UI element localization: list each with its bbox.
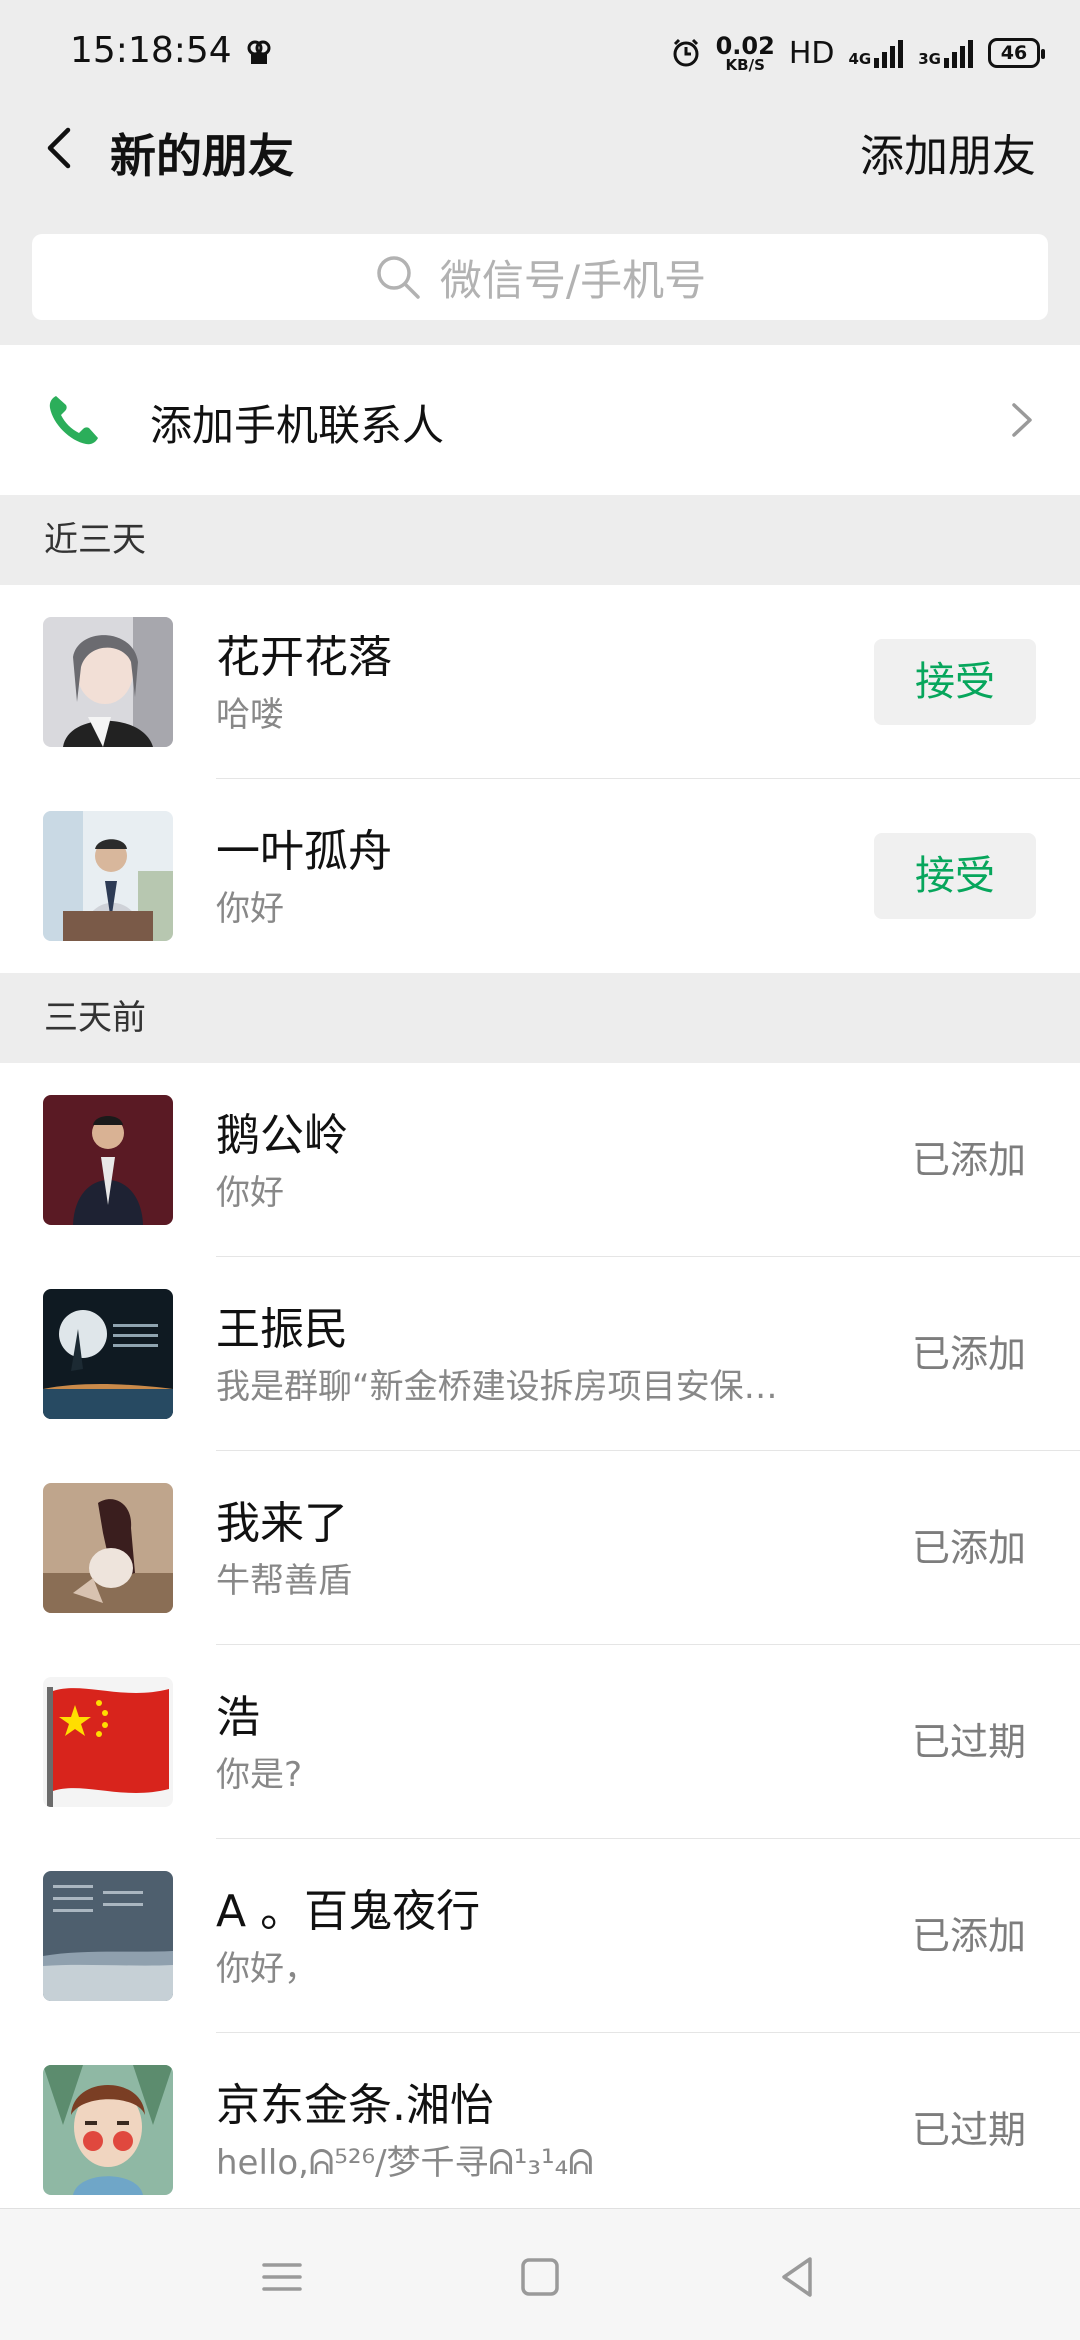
system-navigation-bar	[0, 2208, 1080, 2340]
expired-status: 已过期	[911, 2108, 1026, 2152]
friend-name: 我来了	[216, 1498, 348, 1549]
search-icon	[377, 256, 420, 299]
status-time: 15:18:54	[70, 30, 232, 71]
friend-name: A 。百鬼夜行	[216, 1886, 481, 1937]
search-placeholder: 微信号/手机号	[439, 255, 707, 305]
friend-message: 你好，	[216, 1949, 318, 1989]
avatar	[43, 811, 173, 941]
added-status: 已添加	[911, 1138, 1026, 1182]
accept-button[interactable]: 接受	[874, 639, 1036, 725]
back-icon[interactable]	[768, 2247, 828, 2307]
added-status: 已添加	[911, 1332, 1026, 1376]
friend-message: hello,ᕱ⁵²⁶/梦千寻ᕱ¹₃¹₄ᕱ	[216, 2143, 594, 2183]
signal-1-label: 4G	[848, 50, 872, 68]
friend-message: 我是群聊“新金桥建设拆房项目安保…	[216, 1367, 778, 1407]
friend-request-row[interactable]: 浩 你是? 已过期	[0, 1645, 1080, 1839]
section-header-recent: 近三天	[0, 495, 1080, 585]
avatar	[43, 1871, 173, 2001]
friend-name: 浩	[216, 1692, 260, 1743]
friend-name: 鹅公岭	[216, 1110, 348, 1161]
phone-icon	[49, 396, 98, 445]
add-phone-contacts-label: 添加手机联系人	[150, 401, 445, 450]
expired-status: 已过期	[911, 1720, 1026, 1764]
hd-indicator: HD	[788, 35, 835, 71]
avatar	[43, 617, 173, 747]
home-icon[interactable]	[510, 2247, 570, 2307]
friend-request-row[interactable]: 我来了 牛帮善盾 已添加	[0, 1451, 1080, 1645]
add-friend-button[interactable]: 添加朋友	[860, 120, 1036, 184]
avatar	[43, 1095, 173, 1225]
avatar	[43, 1677, 173, 1807]
friend-message: 你好	[216, 889, 284, 929]
status-bar: 15:18:54 0.02 KB/S HD 4G 3G 46	[0, 0, 1080, 100]
section-header-older: 三天前	[0, 973, 1080, 1063]
friend-name: 花开花落	[216, 632, 392, 683]
added-status: 已添加	[911, 1526, 1026, 1570]
app-notification-icon	[247, 40, 271, 64]
added-status: 已添加	[911, 1914, 1026, 1958]
friend-message: 你是?	[216, 1755, 303, 1795]
friend-request-row[interactable]: 一叶孤舟 你好 接受	[0, 779, 1080, 973]
signal-2: 3G	[918, 38, 974, 68]
friend-request-row[interactable]: 花开花落 哈喽 接受	[0, 585, 1080, 779]
friend-request-row[interactable]: 王振民 我是群聊“新金桥建设拆房项目安保… 已添加	[0, 1257, 1080, 1451]
nav-bar: 新的朋友 添加朋友	[0, 100, 1080, 196]
net-speed-unit: KB/S	[725, 55, 765, 74]
avatar	[43, 2065, 173, 2195]
friend-name: 王振民	[216, 1304, 348, 1355]
friend-request-row[interactable]: 鹅公岭 你好 已添加	[0, 1063, 1080, 1257]
battery-indicator: 46	[988, 38, 1045, 68]
friend-message: 哈喽	[216, 695, 284, 735]
accept-button[interactable]: 接受	[874, 833, 1036, 919]
signal-icon	[944, 40, 973, 68]
status-right: 0.02 KB/S HD 4G 3G 46	[670, 28, 1045, 78]
friend-name: 京东金条.湘怡	[216, 2080, 494, 2131]
menu-icon[interactable]	[252, 2247, 312, 2307]
signal-2-label: 3G	[918, 50, 941, 68]
chevron-right-icon	[1012, 403, 1032, 437]
friend-name: 一叶孤舟	[216, 826, 392, 877]
friend-request-row[interactable]: 京东金条.湘怡 hello,ᕱ⁵²⁶/梦千寻ᕱ¹₃¹₄ᕱ 已过期	[0, 2033, 1080, 2227]
net-speed: 0.02 KB/S	[716, 34, 775, 73]
search-input[interactable]: 微信号/手机号	[32, 234, 1048, 320]
signal-icon	[874, 40, 904, 68]
avatar	[43, 1483, 173, 1613]
alarm-icon	[673, 38, 699, 67]
avatar	[43, 1289, 173, 1419]
friend-message: 你好	[216, 1173, 284, 1213]
net-speed-value: 0.02	[715, 31, 775, 60]
friend-request-row[interactable]: A 。百鬼夜行 你好， 已添加	[0, 1839, 1080, 2033]
friend-message: 牛帮善盾	[216, 1561, 352, 1601]
add-phone-contacts-row[interactable]: 添加手机联系人	[0, 345, 1080, 495]
signal-1: 4G	[849, 38, 905, 68]
back-arrow-icon[interactable]	[30, 116, 94, 180]
page-title: 新的朋友	[110, 129, 294, 183]
